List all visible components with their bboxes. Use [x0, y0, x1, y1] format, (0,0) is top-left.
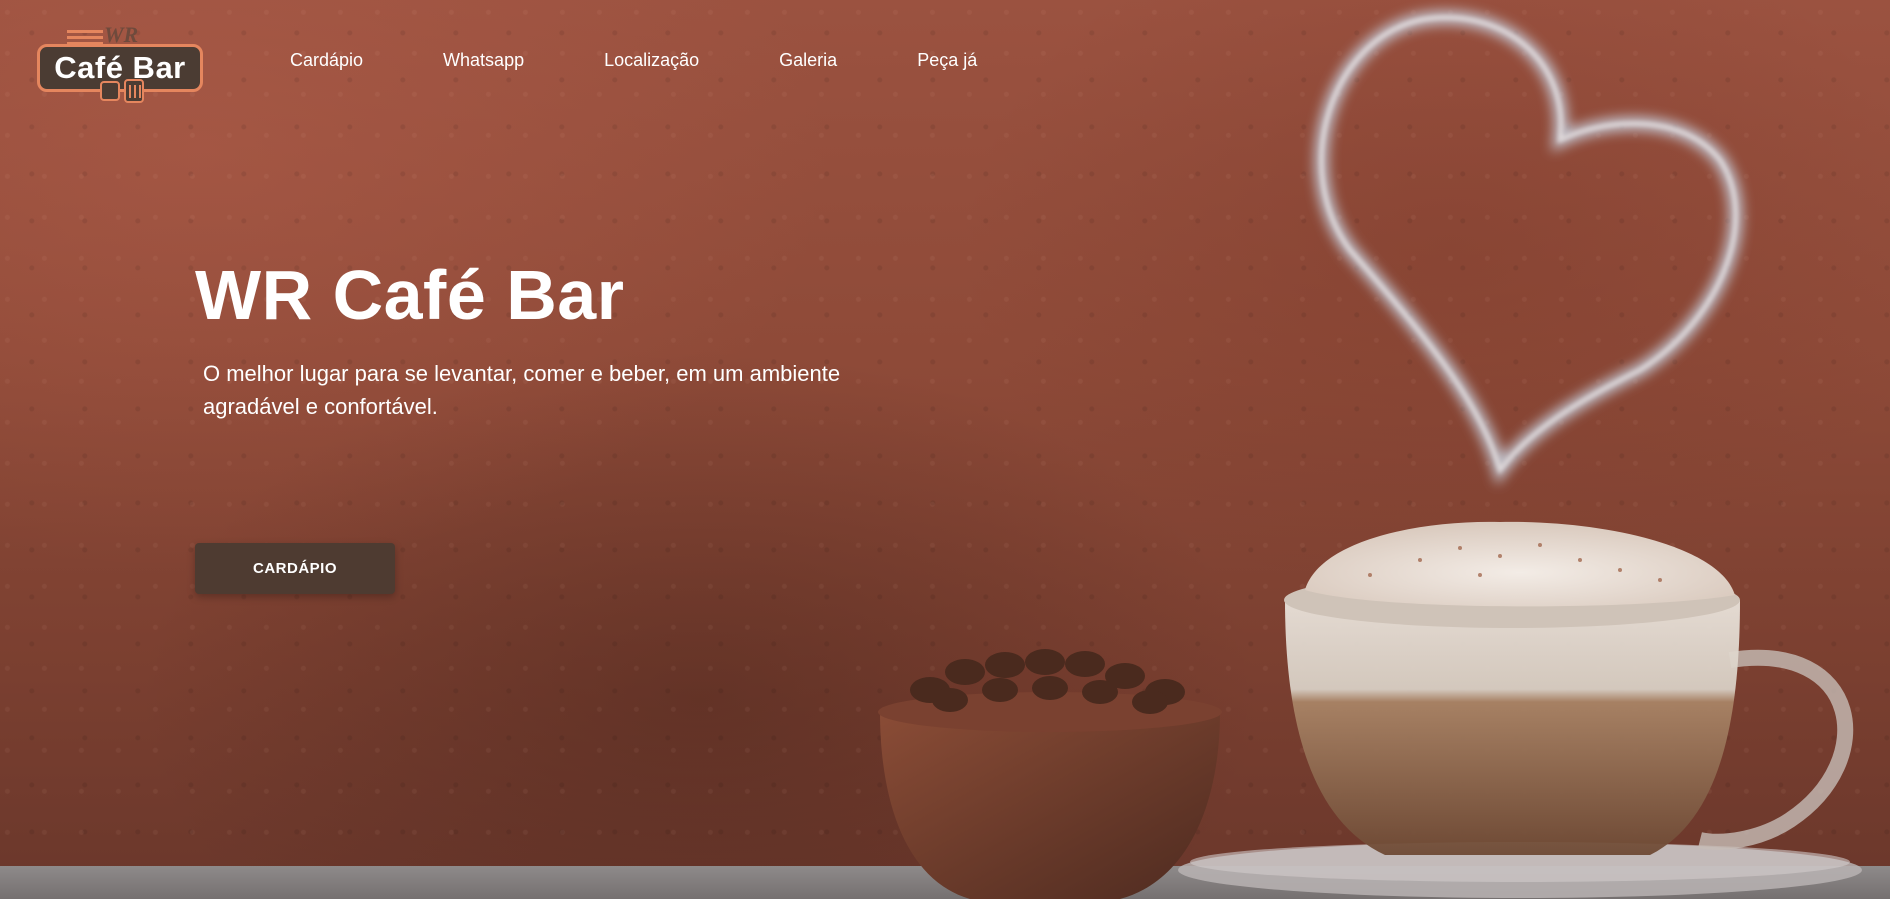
- coffee-cup-icon: [100, 79, 144, 103]
- coffee-illustration: [878, 10, 1862, 899]
- hero-subtitle: O melhor lugar para se levantar, comer e…: [203, 361, 841, 419]
- nav-item-cardapio[interactable]: Cardápio: [290, 50, 363, 71]
- nav-item-whatsapp[interactable]: Whatsapp: [443, 50, 524, 71]
- nav-item-localizacao[interactable]: Localização: [604, 50, 699, 71]
- nav-item-galeria[interactable]: Galeria: [779, 50, 837, 71]
- nav-item-peca-ja[interactable]: Peça já: [917, 50, 977, 71]
- hero-title: WR Café Bar: [195, 256, 625, 334]
- cardapio-button[interactable]: CARDÁPIO: [195, 543, 395, 594]
- smoke-heart-icon: [1314, 10, 1743, 486]
- brand-logo[interactable]: WR Café Bar: [37, 22, 207, 103]
- coffee-bean-bowl: [880, 712, 1220, 899]
- main-nav: Cardápio Whatsapp Localização Galeria Pe…: [290, 50, 1057, 71]
- cappuccino-cup: [1285, 600, 1740, 855]
